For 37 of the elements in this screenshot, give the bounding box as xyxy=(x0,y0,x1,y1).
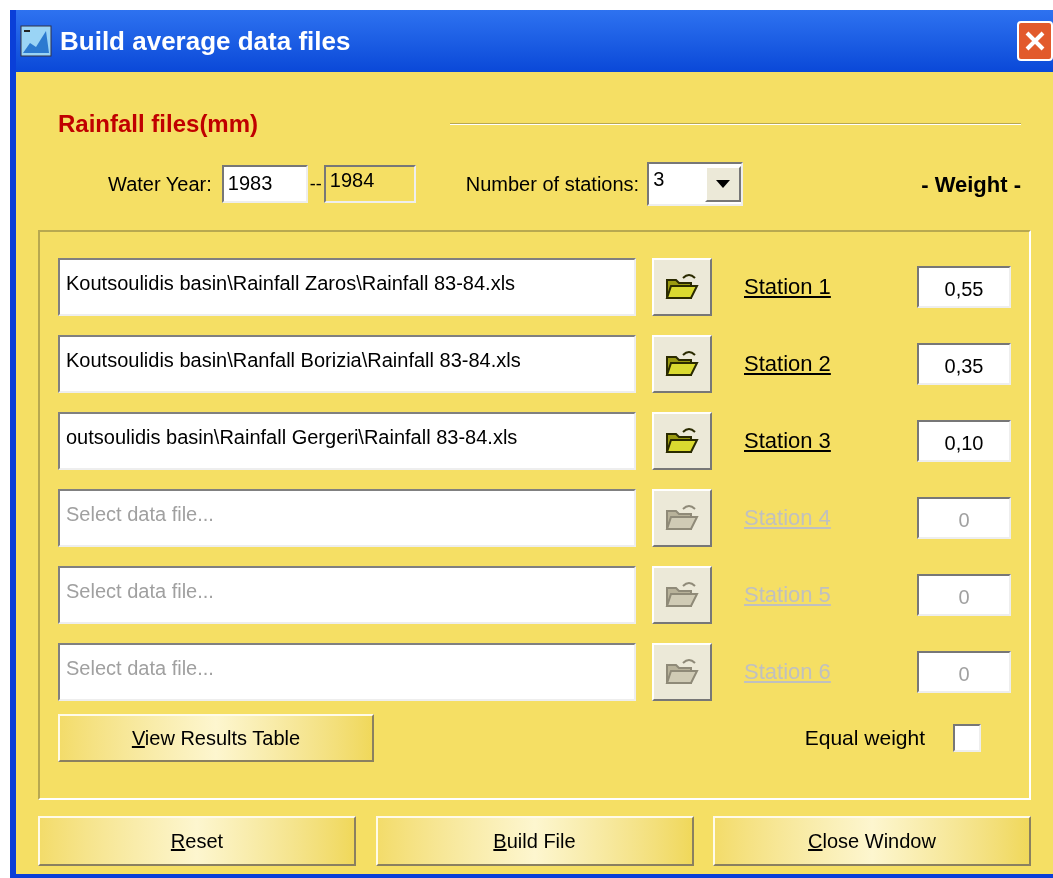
weight-heading: - Weight - xyxy=(921,170,1021,199)
stations-count-label: Number of stations: xyxy=(465,172,640,197)
folder-open-icon xyxy=(665,656,699,687)
action-button[interactable]: Build File xyxy=(375,816,694,866)
folder-open-icon xyxy=(665,271,699,302)
year-to-field: 1984 xyxy=(323,165,416,203)
browse-button[interactable] xyxy=(652,257,712,316)
file-path-field[interactable]: Koutsoulidis basin\Ranfall Borizia\Rainfall 83-84.xls xyxy=(58,334,636,393)
close-button[interactable] xyxy=(1017,21,1053,61)
folder-open-icon xyxy=(665,425,699,456)
water-year-label: Water Year: xyxy=(108,172,212,197)
weight-field[interactable]: 0,55 xyxy=(917,265,1011,308)
folder-open-icon xyxy=(665,348,699,379)
weight-field[interactable]: 0,35 xyxy=(917,342,1011,385)
stations-count-dropdown[interactable]: 3 xyxy=(647,162,744,206)
file-path-field[interactable]: Koutsoulidis basin\Rainfall Zaros\Rainfall 83-84.xls xyxy=(58,257,636,316)
action-button[interactable]: Reset xyxy=(38,816,356,866)
close-icon xyxy=(1024,30,1046,52)
chart-icon xyxy=(20,25,52,57)
station-link[interactable]: Station 1 xyxy=(744,270,831,303)
station-link[interactable]: Station 3 xyxy=(744,424,831,457)
dropdown-value: 3 xyxy=(652,167,666,192)
equal-weight-label: Equal weight xyxy=(804,725,925,752)
equal-weight-checkbox[interactable] xyxy=(953,724,981,752)
folder-open-icon xyxy=(665,579,699,610)
year-from-field[interactable]: 1983 xyxy=(221,165,308,203)
station-link[interactable]: Station 2 xyxy=(744,347,831,380)
action-button[interactable]: Close Window xyxy=(713,816,1031,866)
browse-button[interactable] xyxy=(652,411,712,470)
section-title: Rainfall files(mm) xyxy=(58,109,260,139)
browse-button[interactable] xyxy=(652,334,712,393)
view-results-button[interactable]: View Results Table xyxy=(58,714,374,762)
weight-field[interactable]: 0,10 xyxy=(917,419,1011,462)
year-separator: -- xyxy=(309,172,322,196)
file-path-field[interactable]: outsoulidis basin\Rainfall Gergeri\Rainfall 83-84.xls xyxy=(58,411,636,470)
folder-open-icon xyxy=(665,502,699,533)
window-title: Build average data files xyxy=(60,24,352,58)
